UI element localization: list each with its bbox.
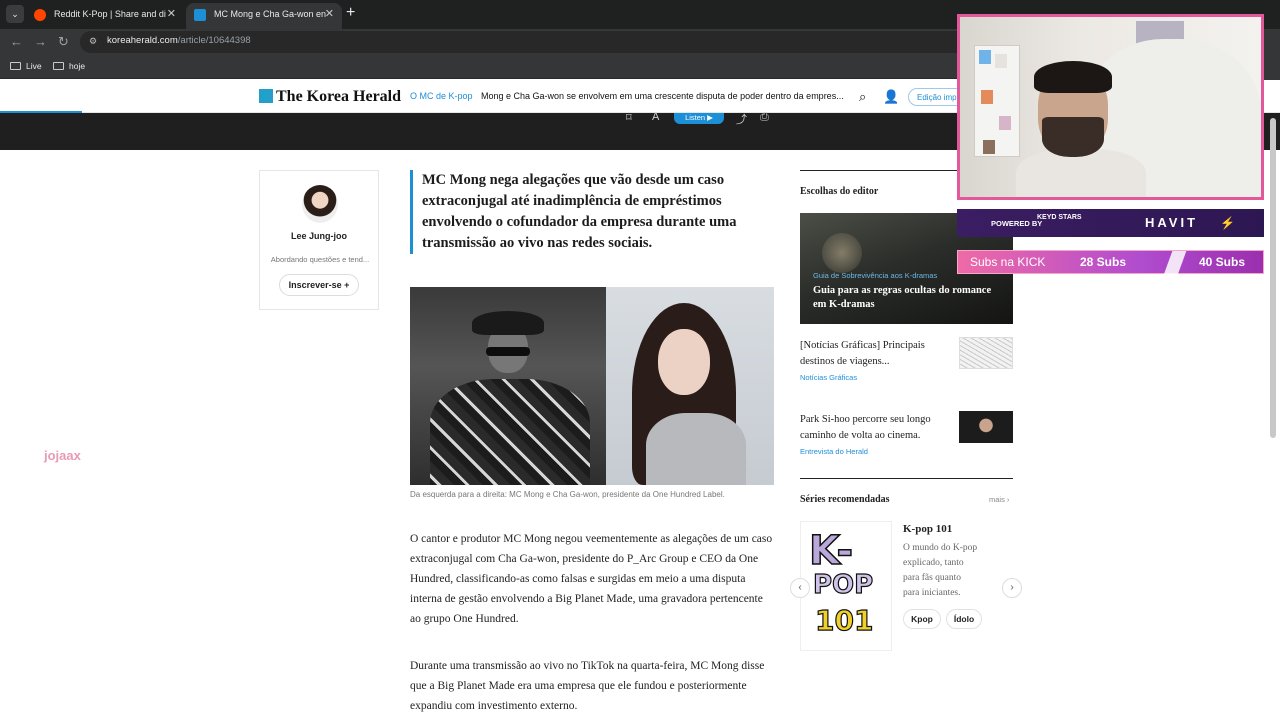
site-info-icon[interactable]: ⚙ <box>89 36 101 48</box>
figure-shape <box>999 116 1011 130</box>
streamer-watermark: jojaax <box>44 448 81 463</box>
tab-title: MC Mong e Cha Ga-won envolv <box>214 9 326 19</box>
sunglasses-shape <box>486 347 530 356</box>
tab-reddit[interactable]: Reddit K-Pop | Share and disco ✕ <box>26 3 184 29</box>
face-shape <box>658 329 710 395</box>
figure-shape <box>981 90 993 104</box>
bookshelf <box>974 45 1020 157</box>
havit-logo: HAVIT <box>1145 215 1199 230</box>
listen-button[interactable]: Listen ▶ <box>674 113 724 124</box>
powered-by-label: POWERED BY <box>991 219 1043 228</box>
figure-shape <box>995 54 1007 68</box>
feature-title[interactable]: Guia para as regras ocultas do romance e… <box>813 284 993 312</box>
tab-search-icon[interactable]: ⌄ <box>6 5 24 23</box>
print-icon[interactable]: ⎙ <box>760 111 769 124</box>
recommended-series-heading: Séries recomendadas <box>800 494 890 505</box>
carousel-next-button[interactable]: › <box>1002 578 1022 598</box>
share-icon[interactable]: ⤴ <box>736 111 747 127</box>
tab-korea-herald[interactable]: MC Mong e Cha Ga-won envolv ✕ <box>186 3 342 29</box>
streamer-beard <box>1042 117 1104 157</box>
carousel-prev-button[interactable]: ‹ <box>790 578 810 598</box>
bookmark-live[interactable]: Live <box>10 61 42 71</box>
cover-letters-pop: POP <box>812 569 874 600</box>
sponsor-banner: POWERED BY KEYD STARS HAVIT ⚡ <box>957 209 1264 237</box>
article-paragraph: Durante uma transmissão ao vivo no TikTo… <box>410 660 765 712</box>
close-tab-icon[interactable]: ✕ <box>325 3 334 25</box>
image-caption: Da esquerda para a direita: MC Mong e Ch… <box>410 490 725 499</box>
browser-window-controls <box>1264 29 1280 80</box>
subs-goal-bar: Subs na KICK 28 Subs 40 Subs <box>957 250 1264 275</box>
url-host: koreaherald.com <box>107 35 178 46</box>
bookmark-label: Live <box>26 61 42 71</box>
sidebar-article-tag[interactable]: Notícias Gráficas <box>800 373 857 382</box>
font-size-icon[interactable]: A <box>652 111 659 123</box>
webcam-overlay <box>957 14 1264 200</box>
bookmark-label: hoje <box>69 61 86 71</box>
streamer-hair <box>1034 61 1112 93</box>
logo-text: The Korea Herald <box>276 88 402 105</box>
search-icon[interactable]: ⌕ <box>859 89 866 105</box>
sidebar-article-title[interactable]: [Notícias Gráficas] Principais destinos … <box>800 338 950 370</box>
progress-marker <box>1163 251 1187 275</box>
series-cover[interactable]: K- POP 101 <box>800 521 892 651</box>
tag-chip-kpop[interactable]: Kpop <box>903 609 941 629</box>
korea-herald-logo[interactable]: The Korea Herald <box>259 88 401 106</box>
keyd-stars-logo: KEYD STARS <box>1037 214 1082 221</box>
section-divider <box>800 478 1013 479</box>
blouse-shape <box>646 413 746 485</box>
close-tab-icon[interactable]: ✕ <box>167 3 176 25</box>
bookmark-hoje[interactable]: hoje <box>53 61 85 71</box>
tag-chip-idol[interactable]: Ídolo <box>946 609 982 629</box>
series-name[interactable]: K-pop 101 <box>903 523 952 535</box>
jacket-shape <box>430 379 590 485</box>
article-hero-image <box>410 287 774 485</box>
address-bar[interactable]: ⚙ koreaherald.com/article/10644398 <box>80 31 980 53</box>
user-icon[interactable]: 👤 <box>883 89 899 105</box>
feature-tag[interactable]: Guia de Sobrevivência aos K-dramas <box>813 271 937 280</box>
feature-image-light <box>822 233 862 273</box>
tab-title: Reddit K-Pop | Share and disco <box>54 9 166 19</box>
page-scrollbar[interactable] <box>1270 118 1276 438</box>
subs-current: 28 Subs <box>1080 255 1127 269</box>
mc-mong-photo <box>410 287 606 485</box>
figure-shape <box>979 50 991 64</box>
cover-letters-k: K- <box>808 527 854 575</box>
editors-pick-heading: Escolhas do editor <box>800 186 879 197</box>
back-icon[interactable]: ← <box>10 34 23 50</box>
reddit-favicon-icon <box>34 9 46 21</box>
subscribe-button[interactable]: Inscrever-se + <box>279 274 359 296</box>
series-description: O mundo do K-pop explicado, tanto para f… <box>903 543 978 598</box>
cha-ga-won-photo <box>606 287 774 485</box>
sidebar-article-thumbnail[interactable] <box>959 337 1013 369</box>
subs-goal: 40 Subs <box>1198 255 1245 269</box>
forward-icon[interactable]: → <box>34 34 47 50</box>
cover-letters-101: 101 <box>814 603 874 637</box>
korea-herald-favicon-icon <box>194 9 206 21</box>
sidebar-article-title[interactable]: Park Si-hoo percorre seu longo caminho d… <box>800 412 950 444</box>
sidebar-article-thumbnail[interactable] <box>959 411 1013 443</box>
folder-icon <box>53 62 64 70</box>
ticker-headline[interactable]: Mong e Cha Ga-won se envolvem em uma cre… <box>481 91 855 101</box>
url-path: /article/10644398 <box>177 35 251 46</box>
hat-shape <box>472 311 544 335</box>
reload-icon[interactable]: ↻ <box>58 34 69 50</box>
article-summary: MC Mong nega alegações que vão desde um … <box>410 170 772 254</box>
books-shape <box>983 140 995 154</box>
author-card: Lee Jung-joo Abordando questões e tend..… <box>259 170 379 310</box>
author-avatar[interactable] <box>302 185 338 223</box>
logo-mark-icon <box>259 89 273 103</box>
sidebar-article-tag[interactable]: Entrevista do Herald <box>800 447 868 456</box>
author-name[interactable]: Lee Jung-joo <box>260 231 378 241</box>
folder-icon <box>10 62 21 70</box>
bookmark-icon[interactable]: ⌑ <box>626 111 632 124</box>
new-tab-button[interactable]: + <box>346 4 355 22</box>
url-text: koreaherald.com/article/10644398 <box>107 35 251 46</box>
more-link[interactable]: mais › <box>989 495 1009 504</box>
subs-label: Subs na KICK <box>970 255 1046 269</box>
havit-mark-icon: ⚡ <box>1220 216 1235 230</box>
author-description: Abordando questões e tend... <box>270 255 370 264</box>
section-link[interactable]: O MC de K-pop <box>410 91 473 101</box>
article-paragraph: O cantor e produtor MC Mong negou veemen… <box>410 533 773 625</box>
